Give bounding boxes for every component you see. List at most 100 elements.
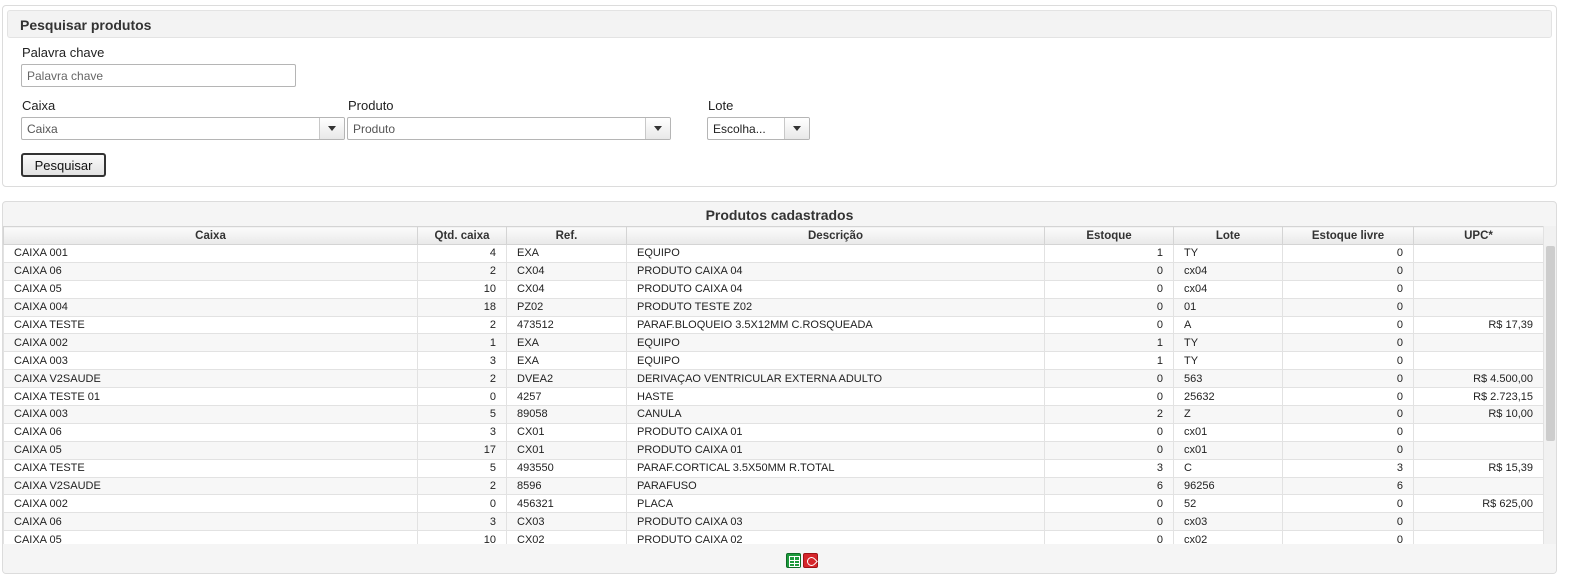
table-row[interactable]: CAIXA 003 3 EXA EQUIPO 1 TY 0 xyxy=(3,351,1544,371)
table-cell: R$ 2.723,15 xyxy=(1413,387,1544,407)
table-cell: 0 xyxy=(1044,261,1174,281)
table-row[interactable]: CAIXA V2SAUDE 2 DVEA2 DERIVAÇAO VENTRICULAR… xyxy=(3,369,1544,389)
table-row[interactable]: CAIXA 002 0 456321 PLACA 0 52 0 R$ 625,00 xyxy=(3,494,1544,514)
table-cell: 0 xyxy=(1044,512,1174,532)
table-row[interactable]: CAIXA V2SAUDE 2 8596 PARAFUSO 6 96256 6 xyxy=(3,476,1544,496)
table-cell: 0 xyxy=(1044,387,1174,407)
excel-export-icon[interactable] xyxy=(786,553,801,568)
chevron-down-icon[interactable] xyxy=(319,118,344,139)
table-cell: 0 xyxy=(1282,530,1414,544)
produto-select[interactable]: Produto xyxy=(347,117,671,140)
table-cell: PRODUTO CAIXA 01 xyxy=(626,422,1045,442)
table-cell: cx01 xyxy=(1173,440,1283,460)
column-header[interactable]: Ref. xyxy=(506,226,627,245)
table-cell: CAIXA 002 xyxy=(3,333,418,353)
table-cell: CX03 xyxy=(506,512,627,532)
table-row[interactable]: CAIXA 06 2 CX04 PRODUTO CAIXA 04 0 cx04 0 xyxy=(3,261,1544,281)
table-cell: HASTE xyxy=(626,387,1045,407)
column-header[interactable]: Descrição xyxy=(626,226,1045,245)
table-cell: 0 xyxy=(1282,512,1414,532)
table-cell: Z xyxy=(1173,405,1283,424)
search-button[interactable]: Pesquisar xyxy=(21,153,106,177)
table-cell: 0 xyxy=(1282,297,1414,317)
table-cell: CAIXA TESTE 01 xyxy=(3,387,418,407)
caixa-select[interactable]: Caixa xyxy=(21,117,345,140)
table-cell: CAIXA 003 xyxy=(3,405,418,424)
table-cell: TY xyxy=(1173,333,1283,353)
table-cell: 2 xyxy=(1044,405,1174,424)
column-header[interactable]: Qtd. caixa xyxy=(417,226,507,245)
table-row[interactable]: CAIXA 06 3 CX03 PRODUTO CAIXA 03 0 cx03 0 xyxy=(3,512,1544,532)
table-cell xyxy=(1413,297,1544,317)
table-cell: CAIXA 06 xyxy=(3,261,418,281)
column-header[interactable]: Caixa xyxy=(3,226,418,245)
lote-select[interactable]: Escolha... xyxy=(707,117,810,140)
table-cell: cx02 xyxy=(1173,530,1283,544)
column-header[interactable]: Estoque xyxy=(1044,226,1174,245)
table-row[interactable]: CAIXA 002 1 EXA EQUIPO 1 TY 0 xyxy=(3,333,1544,353)
table-cell xyxy=(1413,351,1544,371)
table-cell: CX02 xyxy=(506,530,627,544)
column-header[interactable]: Lote xyxy=(1173,226,1283,245)
table-cell: 0 xyxy=(1044,279,1174,299)
table-row[interactable]: CAIXA 003 5 89058 CANULA 2 Z 0 R$ 10,00 xyxy=(3,405,1544,424)
scrollbar-thumb[interactable] xyxy=(1546,246,1555,441)
table-cell: 1 xyxy=(1044,244,1174,263)
table-cell: 1 xyxy=(1044,351,1174,371)
table-row[interactable]: CAIXA 05 17 CX01 PRODUTO CAIXA 01 0 cx01 0 xyxy=(3,440,1544,460)
vertical-scrollbar[interactable] xyxy=(1543,226,1556,544)
table-cell: CAIXA 06 xyxy=(3,512,418,532)
table-cell xyxy=(1413,476,1544,496)
table-cell: 0 xyxy=(1282,351,1414,371)
keyword-input[interactable] xyxy=(21,64,296,87)
table-cell: CAIXA V2SAUDE xyxy=(3,476,418,496)
table-cell: PZ02 xyxy=(506,297,627,317)
column-header[interactable]: Estoque livre xyxy=(1282,226,1414,245)
table-cell xyxy=(1413,440,1544,460)
table-cell: CX04 xyxy=(506,279,627,299)
table-cell: CAIXA TESTE xyxy=(3,458,418,478)
table-cell: EXA xyxy=(506,351,627,371)
table-row[interactable]: CAIXA TESTE 01 0 4257 HASTE 0 25632 0 R$ 2.723,… xyxy=(3,387,1544,407)
results-table-container: Caixa Qtd. caixa Ref. Descrição Estoque Lote E… xyxy=(3,226,1556,544)
table-cell: CX01 xyxy=(506,440,627,460)
table-cell: 52 xyxy=(1173,494,1283,514)
results-panel: Produtos cadastrados Caixa Qtd. caixa Ref.… xyxy=(2,201,1557,574)
table-row[interactable]: CAIXA 06 3 CX01 PRODUTO CAIXA 01 0 cx01 0 xyxy=(3,422,1544,442)
column-header[interactable]: UPC* xyxy=(1413,226,1544,245)
table-row[interactable]: CAIXA 05 10 CX02 PRODUTO CAIXA 02 0 cx02 0 xyxy=(3,530,1544,544)
table-cell: R$ 17,39 xyxy=(1413,315,1544,335)
table-cell xyxy=(1413,279,1544,299)
table-cell: cx04 xyxy=(1173,261,1283,281)
table-cell: R$ 15,39 xyxy=(1413,458,1544,478)
table-row[interactable]: CAIXA 001 4 EXA EQUIPO 1 TY 0 xyxy=(3,244,1544,263)
table-cell: PRODUTO CAIXA 02 xyxy=(626,530,1045,544)
table-cell: 3 xyxy=(1044,458,1174,478)
table-row[interactable]: CAIXA 05 10 CX04 PRODUTO CAIXA 04 0 cx04 0 xyxy=(3,279,1544,299)
table-cell: EQUIPO xyxy=(626,333,1045,353)
table-row[interactable]: CAIXA TESTE 5 493550 PARAF.CORTICAL 3.5X50M… xyxy=(3,458,1544,478)
table-cell: TY xyxy=(1173,351,1283,371)
chevron-down-icon[interactable] xyxy=(645,118,670,139)
table-cell: 493550 xyxy=(506,458,627,478)
table-cell: DERIVAÇAO VENTRICULAR EXTERNA ADULTO xyxy=(626,369,1045,389)
table-cell: 0 xyxy=(1282,387,1414,407)
table-cell: 4257 xyxy=(506,387,627,407)
pdf-export-icon[interactable] xyxy=(803,553,818,568)
table-cell: CAIXA 05 xyxy=(3,530,418,544)
table-cell: 0 xyxy=(1044,297,1174,317)
produto-label: Produto xyxy=(348,98,394,113)
table-cell: EQUIPO xyxy=(626,244,1045,263)
table-cell: cx04 xyxy=(1173,279,1283,299)
table-cell: PRODUTO CAIXA 04 xyxy=(626,279,1045,299)
table-cell: CAIXA 004 xyxy=(3,297,418,317)
table-row[interactable]: CAIXA TESTE 2 473512 PARAF.BLOQUEIO 3.5X12M… xyxy=(3,315,1544,335)
table-cell: 6 xyxy=(1282,476,1414,496)
table-cell: 8596 xyxy=(506,476,627,496)
table-cell: 3 xyxy=(417,512,507,532)
table-cell: 3 xyxy=(417,351,507,371)
table-row[interactable]: CAIXA 004 18 PZ02 PRODUTO TESTE Z02 0 01 0 xyxy=(3,297,1544,317)
table-cell: 25632 xyxy=(1173,387,1283,407)
chevron-down-icon[interactable] xyxy=(784,118,809,139)
table-cell: R$ 4.500,00 xyxy=(1413,369,1544,389)
